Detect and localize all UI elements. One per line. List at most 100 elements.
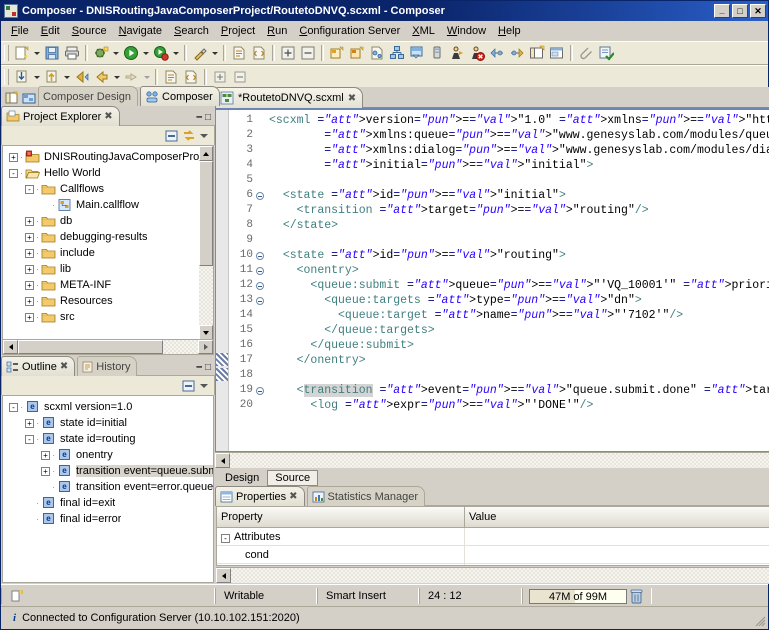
tree-item[interactable]: · e final id=exit: [9, 495, 213, 511]
menu-configuration-server[interactable]: Configuration Server: [293, 23, 406, 39]
scroll-track-h[interactable]: [18, 340, 198, 354]
code-text[interactable]: <scxml ="att">version="pun">=="val">"1.0…: [265, 110, 769, 451]
show-view-icon[interactable]: [547, 44, 567, 62]
fold-toggle-icon[interactable]: [255, 293, 265, 308]
new-scxml-icon[interactable]: [367, 44, 387, 62]
new-xml-schema-icon[interactable]: [181, 68, 201, 86]
scroll-up-button[interactable]: [199, 146, 213, 161]
scroll-thumb-h[interactable]: [18, 340, 163, 354]
new-callflow-icon[interactable]: [327, 44, 347, 62]
code-folding-column[interactable]: [255, 110, 265, 451]
new-xml-schema-icon[interactable]: [249, 44, 269, 62]
dropdown-arrow-icon[interactable]: [32, 44, 42, 62]
next-annotation-icon[interactable]: [507, 44, 527, 62]
upload-icon[interactable]: [42, 68, 62, 86]
forward-arrow-icon[interactable]: [122, 68, 142, 86]
new-xml-file-icon[interactable]: [161, 68, 181, 86]
diagram-icon[interactable]: [387, 44, 407, 62]
menu-run[interactable]: Run: [261, 23, 293, 39]
project-tree[interactable]: + · DNISRoutingJavaComposerProject - · Hello …: [3, 146, 213, 325]
expand-icon[interactable]: +: [25, 248, 34, 258]
stop-config-icon[interactable]: [467, 44, 487, 62]
expand-icon[interactable]: +: [41, 466, 50, 476]
table-row[interactable]: - Attributes: [217, 527, 769, 546]
tree-item[interactable]: - · e scxml version=1.0: [9, 399, 213, 415]
menu-navigate[interactable]: Navigate: [113, 23, 168, 39]
tab-close-icon[interactable]: ✖: [104, 111, 112, 122]
tab-project-explorer[interactable]: Project Explorer ✖: [1, 106, 120, 126]
dropdown-arrow-icon[interactable]: [111, 44, 121, 62]
menu-help[interactable]: Help: [492, 23, 527, 39]
resize-grip[interactable]: [754, 615, 766, 627]
run-icon[interactable]: [121, 44, 141, 62]
value-cell[interactable]: [464, 527, 769, 546]
previous-annotation-icon[interactable]: [487, 44, 507, 62]
expand-icon[interactable]: +: [25, 418, 34, 428]
tab-editor-file[interactable]: *RoutetoDNVQ.scxml ✖: [215, 87, 364, 108]
menu-file[interactable]: File: [5, 23, 35, 39]
tree-item[interactable]: + · include: [9, 245, 213, 261]
menu-project[interactable]: Project: [215, 23, 261, 39]
tree-item[interactable]: + · src: [9, 309, 213, 325]
tree-item[interactable]: - · Callflows: [9, 181, 213, 197]
publish-icon[interactable]: [407, 44, 427, 62]
tab-close-icon[interactable]: ✖: [348, 93, 356, 104]
toolbar-grip[interactable]: [4, 69, 9, 85]
collapse-all-icon[interactable]: [165, 130, 178, 142]
scroll-left-button[interactable]: [216, 568, 231, 583]
table-row[interactable]: eventqueue.submit.done: [217, 563, 769, 565]
collapse-icon[interactable]: -: [25, 434, 34, 444]
dropdown-arrow-icon[interactable]: [62, 68, 72, 86]
menu-xml[interactable]: XML: [406, 23, 441, 39]
dropdown-arrow-icon[interactable]: [142, 68, 152, 86]
save-icon[interactable]: [42, 44, 62, 62]
run-external-icon[interactable]: [151, 44, 171, 62]
tab-history[interactable]: History: [77, 356, 138, 376]
expand-node-icon[interactable]: [210, 68, 230, 86]
dropdown-arrow-icon[interactable]: [210, 44, 220, 62]
maximize-view-icon[interactable]: □: [205, 362, 211, 373]
dropdown-arrow-icon[interactable]: [32, 68, 42, 86]
tab-statistics-manager[interactable]: Statistics Manager: [306, 486, 426, 506]
tree-item[interactable]: · e final id=error: [9, 511, 213, 527]
tree-item[interactable]: - · Hello World: [9, 165, 213, 181]
tab-properties[interactable]: Properties ✖: [215, 486, 305, 506]
menu-edit[interactable]: Edit: [35, 23, 66, 39]
column-header-property[interactable]: Property: [217, 507, 465, 528]
tree-item[interactable]: · Main.callflow: [9, 197, 213, 213]
tab-close-icon[interactable]: ✖: [60, 361, 68, 372]
expand-icon[interactable]: +: [9, 152, 18, 162]
memory-bar[interactable]: 47M of 99M: [529, 588, 627, 604]
scroll-left-button[interactable]: [3, 340, 18, 354]
value-cell[interactable]: queue.submit.done: [464, 563, 769, 565]
tree-item[interactable]: + · debugging-results: [9, 229, 213, 245]
editor-page-tab-source[interactable]: Source: [267, 470, 319, 486]
perspective-tab-composer-design[interactable]: Composer Design: [38, 86, 139, 106]
menu-window[interactable]: Window: [441, 23, 492, 39]
minimize-view-icon[interactable]: ━: [197, 112, 202, 123]
tree-item[interactable]: + · e onentry: [9, 447, 213, 463]
properties-hscrollbar[interactable]: [216, 567, 769, 583]
debug-icon[interactable]: [91, 44, 111, 62]
attach-icon[interactable]: [576, 44, 596, 62]
connect-server-icon[interactable]: [427, 44, 447, 62]
new-xml-file-icon[interactable]: [229, 44, 249, 62]
garbage-collect-icon[interactable]: [630, 589, 643, 604]
collapse-icon[interactable]: -: [9, 402, 18, 412]
fold-toggle-icon[interactable]: [255, 278, 265, 293]
project-explorer-vscrollbar[interactable]: [199, 146, 213, 340]
tree-item[interactable]: · e transition event=error.queue: [9, 479, 213, 495]
tree-item[interactable]: + · DNISRoutingJavaComposerProject: [9, 149, 213, 165]
tree-item[interactable]: - · e state id=routing: [9, 431, 213, 447]
collapse-all-icon[interactable]: [298, 44, 318, 62]
back-arrow-icon[interactable]: [92, 68, 112, 86]
source-editor[interactable]: 1 2 3 4 5 6 7 8 9 10 11 12 13 14 15 16 17 18 19 20 <scxml =…: [215, 108, 769, 452]
collapse-icon[interactable]: -: [25, 184, 34, 194]
view-menu-icon[interactable]: [199, 130, 209, 142]
project-explorer-hscrollbar[interactable]: [3, 339, 213, 354]
value-cell[interactable]: [464, 545, 769, 564]
expand-icon[interactable]: +: [25, 280, 34, 290]
scroll-left-button[interactable]: [215, 453, 230, 468]
open-perspective-icon[interactable]: [527, 44, 547, 62]
expand-all-icon[interactable]: [278, 44, 298, 62]
